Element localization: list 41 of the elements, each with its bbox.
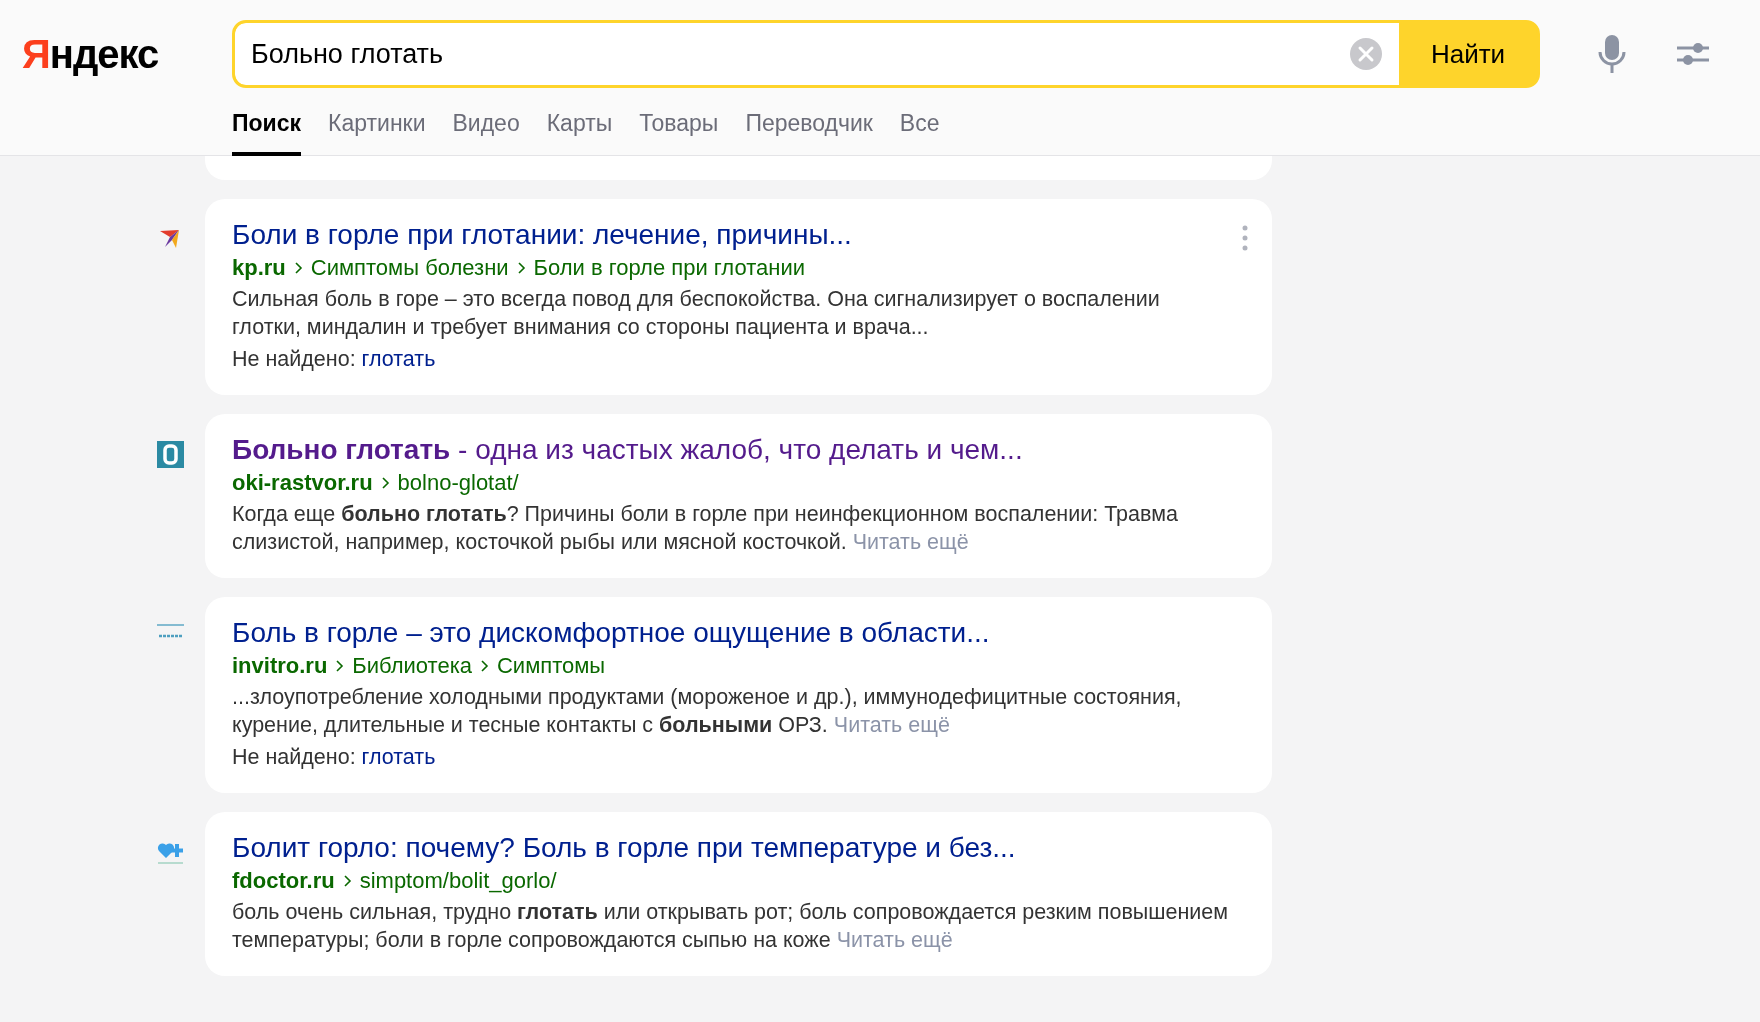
chevron-icon [479,660,489,672]
breadcrumb-link[interactable]: bolno-glotat/ [397,468,519,498]
result-title-link[interactable]: Болит горло: почему? Боль в горле при температуре и без... [232,830,1016,866]
chevron-icon [293,262,303,274]
breadcrumb-link[interactable]: Симптомы [496,651,606,681]
result-snippet: боль очень сильная, трудно глотать или открывать рот; боль сопровождается резким повышением температуры; боли в горле сопровождаются сыпью на коже Читать ещё [232,899,1230,954]
nav-tab[interactable]: Товары [639,108,719,156]
microphone-icon[interactable] [1598,34,1626,74]
result-title-link[interactable]: Больно глотать - одна из частых жалоб, что делать и чем... [232,432,1023,468]
nav-tab[interactable]: Видео [452,108,520,156]
chevron-icon [516,262,526,274]
result-title-link[interactable]: Боли в горле при глотании: лечение, причины... [232,217,852,253]
missing-word-link[interactable]: глотать [361,345,436,373]
result-snippet: Сильная боль в горе – это всегда повод для беспокойства. Она сигнализирует о воспалении глотки, миндалин и требует внимания со стороны пациента и врача... [232,286,1161,341]
breadcrumb-link[interactable]: Библиотека [352,651,472,681]
nav-tab[interactable]: Переводчик [745,108,873,156]
chevron-icon [335,660,345,672]
site-domain-link[interactable]: fdoctor.ru [232,866,335,896]
chevron-icon [342,875,352,887]
site-domain-link[interactable]: oki-rastvor.ru [232,468,373,498]
site-domain-link[interactable]: invitro.ru [232,651,328,681]
logo[interactable]: Яндекс [0,31,232,77]
breadcrumb-link[interactable]: Симптомы болезни [310,253,509,283]
not-found-label: Не найдено: [232,744,356,771]
not-found-label: Не найдено: [232,346,356,373]
result-snippet: ...злоупотребление холодными продуктами (мороженое и др.), иммунодефицитные состояния, курение, длительные и тесные контакты с больными ОРЗ. Читать ещё [232,684,1183,739]
chevron-icon [380,477,390,489]
search-field[interactable]: Больно глотать Найти [232,20,1540,88]
result-title-link[interactable]: Боль в горле – это дискомфортное ощущение в области... [232,615,990,651]
missing-word-link[interactable]: глотать [361,743,436,771]
nav-tab[interactable]: Картинки [328,108,426,156]
breadcrumb-link[interactable]: Боли в горле при глотании [533,253,805,283]
breadcrumb-link[interactable]: simptom/bolit_gorlo/ [359,866,557,896]
result-snippet: Когда еще больно глотать? Причины боли в горле при неинфекционном воспалении: Травма слизистой, например, косточкой рыбы или мясной косточкой. Читать ещё [232,501,1179,556]
more-options-icon[interactable] [1242,225,1248,251]
site-domain-link[interactable]: kp.ru [232,253,286,283]
clear-icon[interactable] [1349,37,1383,71]
nav-tab[interactable]: Карты [546,108,613,156]
nav-tab[interactable]: Все [899,108,940,156]
logo-icon [157,624,184,640]
favicon-icon [157,441,184,468]
